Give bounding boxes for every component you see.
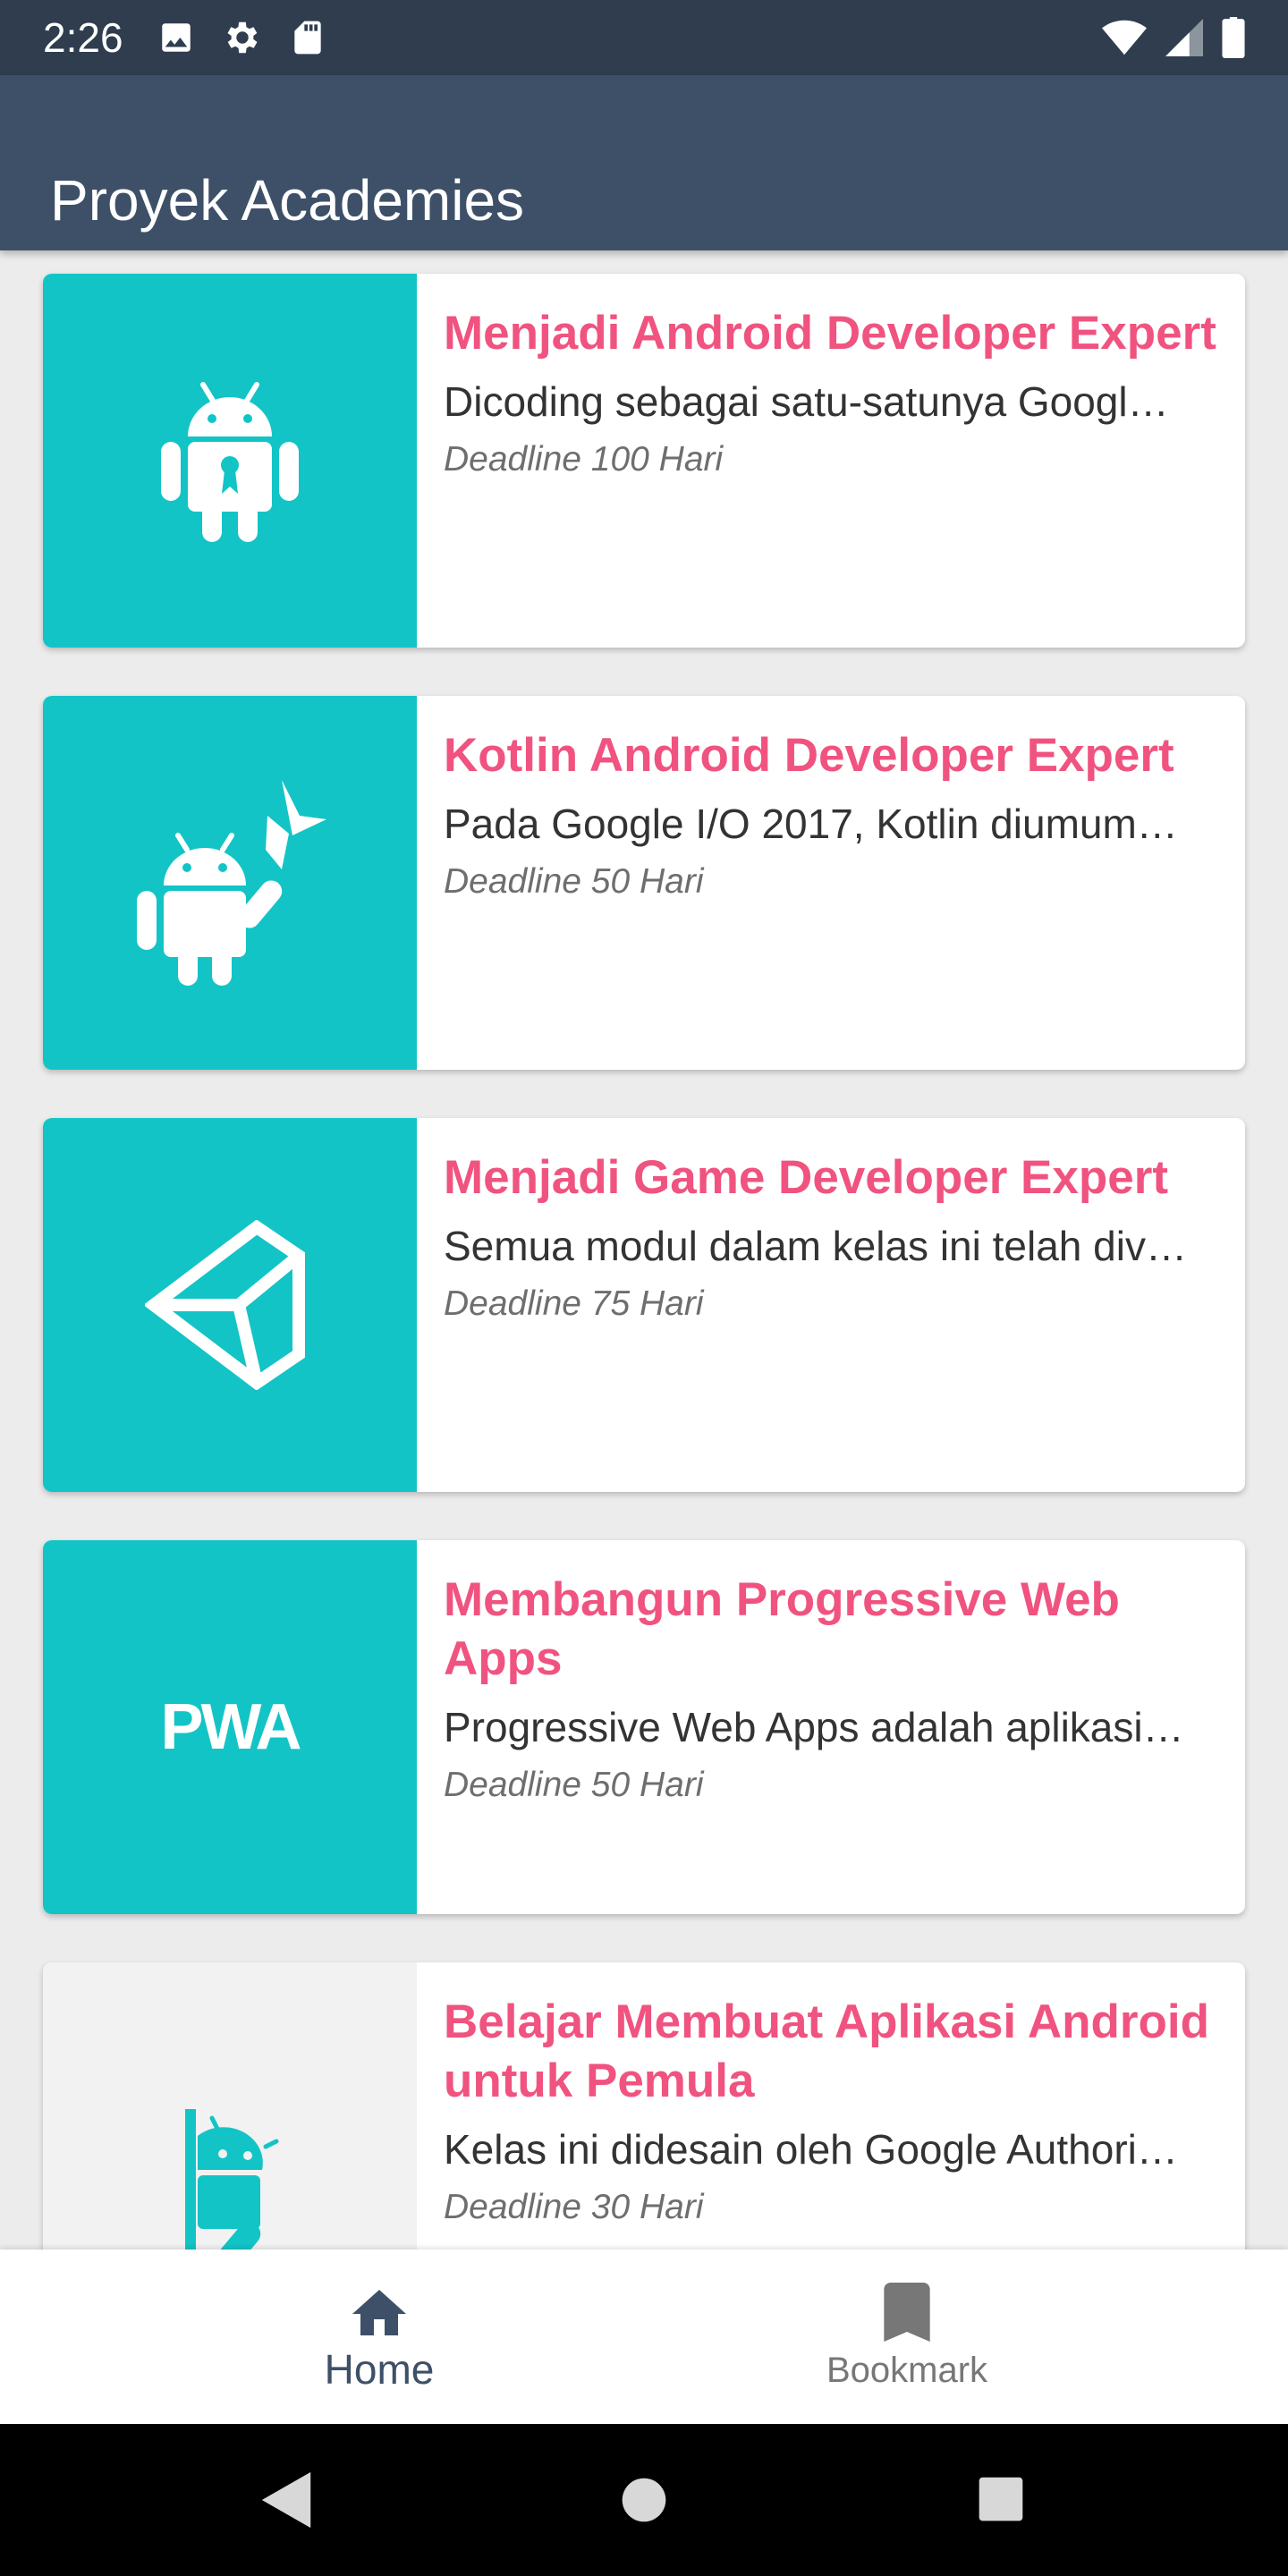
course-description: Semua modul dalam kelas ini telah div… [444, 1223, 1187, 1269]
course-thumbnail [43, 696, 417, 1070]
course-thumbnail [43, 274, 417, 648]
course-card[interactable]: PWA Membangun Progressive Web Apps Progr… [43, 1540, 1245, 1914]
status-notification-icons [157, 17, 326, 58]
course-thumbnail [43, 1962, 417, 2250]
nav-home-label: Home [324, 2345, 435, 2393]
course-thumbnail [43, 1118, 417, 1492]
course-title: Menjadi Game Developer Expert [444, 1151, 1169, 1204]
status-time: 2:26 [43, 14, 123, 61]
wifi-icon [1102, 20, 1147, 55]
unity-icon [145, 1220, 305, 1390]
course-title: Kotlin Android Developer Expert [444, 729, 1174, 782]
course-card[interactable]: Menjadi Android Developer Expert Dicodin… [43, 274, 1245, 648]
android-beginner-icon [185, 2109, 279, 2250]
course-card[interactable]: Kotlin Android Developer Expert Pada Goo… [43, 696, 1245, 1070]
home-circle-icon[interactable] [620, 2469, 668, 2531]
course-card[interactable]: Menjadi Game Developer Expert Semua modu… [43, 1118, 1245, 1492]
nav-bookmark-label: Bookmark [826, 2351, 988, 2390]
kotlin-android-icon [137, 780, 326, 986]
bookmark-icon [884, 2283, 930, 2342]
course-text: Belajar Membuat Aplikasi Android untuk P… [444, 1993, 1231, 2231]
pwa-icon: PWA [160, 1691, 301, 1763]
nav-home-tab[interactable]: Home [200, 2250, 558, 2424]
course-card[interactable]: Belajar Membuat Aplikasi Android untuk P… [43, 1962, 1245, 2250]
system-navigation-bar [0, 2424, 1288, 2576]
page-title: Proyek Academies [50, 167, 525, 233]
course-text: Menjadi Android Developer Expert Dicodin… [444, 304, 1231, 483]
course-description: Pada Google I/O 2017, Kotlin diumum… [444, 801, 1178, 847]
recents-icon[interactable] [977, 2469, 1025, 2531]
android-expert-icon [161, 382, 299, 542]
image-icon [161, 23, 191, 52]
course-text: Membangun Progressive Web Apps Progressi… [444, 1571, 1231, 1809]
course-title: Menjadi Android Developer Expert [444, 307, 1216, 360]
course-deadline: Deadline 50 Hari [444, 1766, 704, 1804]
course-description: Progressive Web Apps adalah aplikasi… [444, 1704, 1184, 1750]
course-deadline: Deadline 100 Hari [444, 440, 724, 479]
course-thumbnail: PWA [43, 1540, 417, 1914]
course-deadline: Deadline 75 Hari [444, 1284, 704, 1323]
battery-icon [1222, 17, 1245, 58]
course-title: Membangun Progressive Web Apps [444, 1573, 1120, 1685]
course-title: Belajar Membuat Aplikasi Android untuk P… [444, 1996, 1210, 2107]
app-bar: Proyek Academies [0, 75, 1288, 250]
course-text: Menjadi Game Developer Expert Semua modu… [444, 1148, 1231, 1327]
bottom-navigation: Home Bookmark [0, 2250, 1288, 2424]
nav-bookmark-tab[interactable]: Bookmark [728, 2250, 1086, 2424]
status-system-icons [1102, 0, 1245, 75]
course-deadline: Deadline 30 Hari [444, 2188, 704, 2226]
course-description: Dicoding sebagai satu-satunya Googl… [444, 378, 1169, 425]
home-icon [352, 2289, 406, 2335]
course-list[interactable]: Menjadi Android Developer Expert Dicodin… [0, 250, 1288, 2250]
signal-icon [1165, 19, 1203, 56]
gear-icon [227, 21, 258, 54]
course-description: Kelas ini didesain oleh Google Authori… [444, 2126, 1178, 2173]
sd-card-icon [293, 21, 321, 55]
status-bar: 2:26 [0, 0, 1288, 75]
course-text: Kotlin Android Developer Expert Pada Goo… [444, 726, 1231, 905]
back-icon[interactable] [258, 2469, 315, 2531]
course-deadline: Deadline 50 Hari [444, 862, 704, 901]
